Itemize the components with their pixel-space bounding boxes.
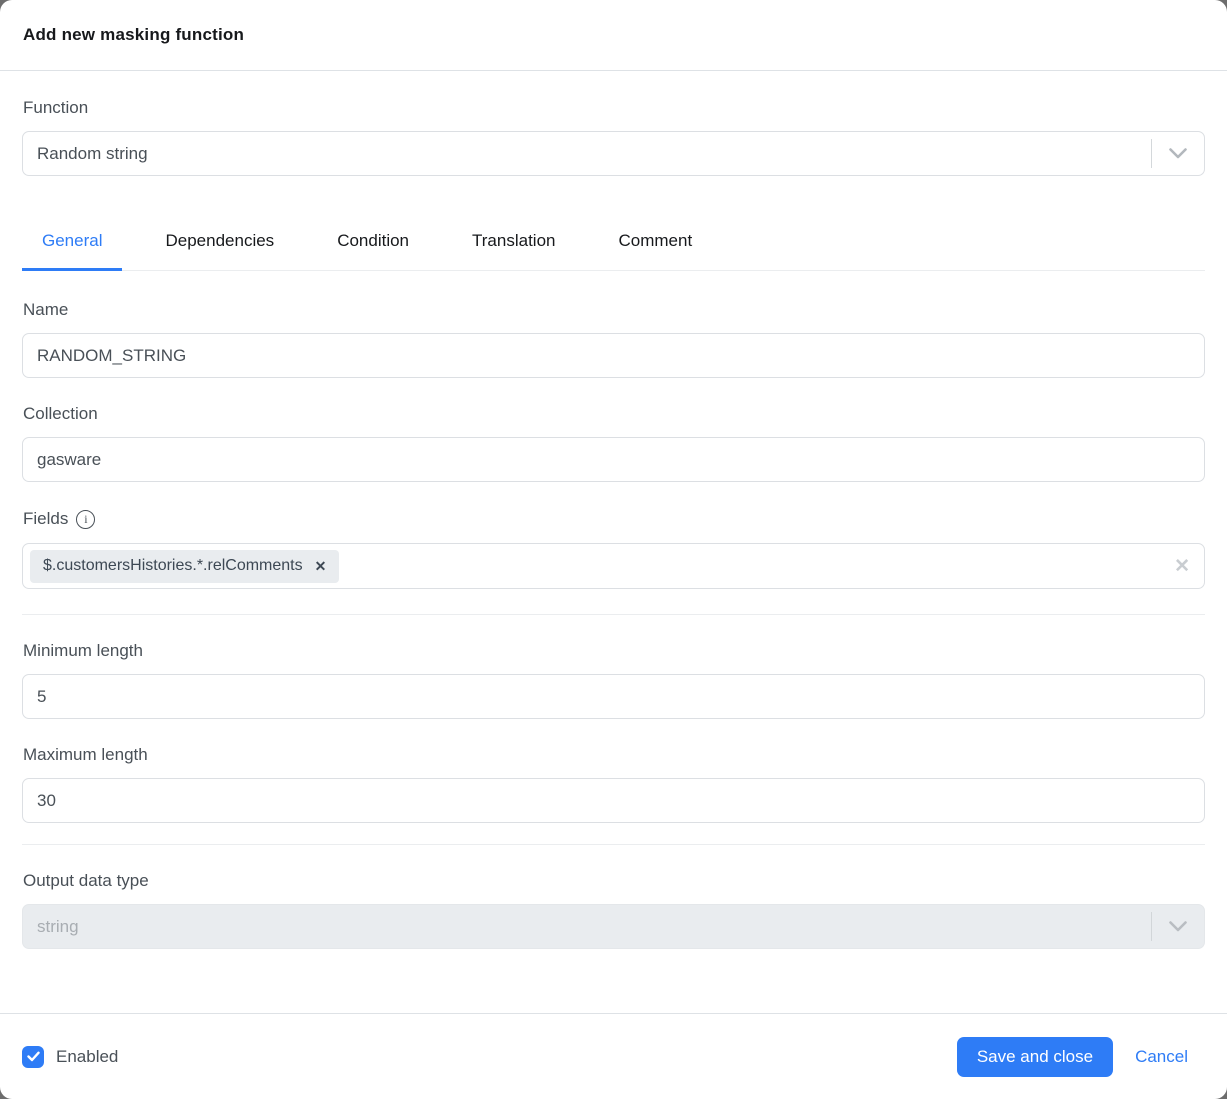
output-type-group: Output data type string (22, 871, 1205, 949)
add-masking-function-modal: Add new masking function Function Random… (0, 0, 1227, 1099)
field-tag: $.customersHistories.*.relComments ✕ (30, 550, 339, 583)
tab-condition[interactable]: Condition (317, 217, 429, 271)
info-icon[interactable]: i (76, 510, 95, 529)
section-divider (22, 844, 1205, 845)
modal-header: Add new masking function (0, 0, 1227, 71)
min-length-label: Minimum length (23, 641, 1205, 661)
fields-tags-input[interactable]: $.customersHistories.*.relComments ✕ ✕ (22, 543, 1205, 589)
enabled-label: Enabled (56, 1047, 118, 1067)
modal-body: Function Random string General Dependenc… (0, 71, 1227, 1013)
fields-label-row: Fields i (22, 508, 1205, 529)
fields-label: Fields (23, 509, 68, 529)
max-length-label: Maximum length (23, 745, 1205, 765)
checkmark-icon[interactable] (22, 1046, 44, 1068)
max-length-group: Maximum length (22, 745, 1205, 823)
fields-group: Fields i $.customersHistories.*.relComme… (22, 508, 1205, 589)
cancel-button[interactable]: Cancel (1135, 1047, 1188, 1067)
chevron-down-icon[interactable] (1152, 148, 1204, 159)
output-type-label: Output data type (23, 871, 1205, 891)
name-input[interactable] (22, 333, 1205, 378)
min-length-group: Minimum length (22, 641, 1205, 719)
clear-all-icon[interactable]: ✕ (1174, 557, 1190, 576)
tab-gap (294, 217, 317, 270)
function-group: Function Random string (22, 98, 1205, 176)
modal-footer: Enabled Save and close Cancel (0, 1013, 1227, 1099)
close-icon[interactable]: ✕ (315, 559, 327, 573)
section-divider (22, 614, 1205, 615)
tab-translation[interactable]: Translation (452, 217, 575, 271)
tab-comment[interactable]: Comment (598, 217, 712, 271)
function-select[interactable]: Random string (22, 131, 1205, 176)
output-type-value: string (23, 917, 1151, 937)
tab-dependencies[interactable]: Dependencies (145, 217, 294, 271)
tab-gap (122, 217, 145, 270)
function-select-value: Random string (23, 144, 1151, 164)
name-label: Name (23, 300, 1205, 320)
collection-input[interactable] (22, 437, 1205, 482)
name-group: Name (22, 300, 1205, 378)
tab-general[interactable]: General (22, 217, 122, 271)
modal-title: Add new masking function (23, 25, 244, 45)
field-tag-label: $.customersHistories.*.relComments (43, 557, 303, 575)
tab-gap (575, 217, 598, 270)
chevron-down-icon (1152, 921, 1204, 932)
collection-label: Collection (23, 404, 1205, 424)
max-length-input[interactable] (22, 778, 1205, 823)
min-length-input[interactable] (22, 674, 1205, 719)
function-label: Function (23, 98, 1205, 118)
output-type-select: string (22, 904, 1205, 949)
footer-actions: Save and close Cancel (957, 1037, 1205, 1077)
save-and-close-button[interactable]: Save and close (957, 1037, 1113, 1077)
enabled-checkbox-wrap[interactable]: Enabled (22, 1046, 118, 1068)
tab-gap (429, 217, 452, 270)
collection-group: Collection (22, 404, 1205, 482)
tab-bar: General Dependencies Condition Translati… (22, 217, 1205, 271)
